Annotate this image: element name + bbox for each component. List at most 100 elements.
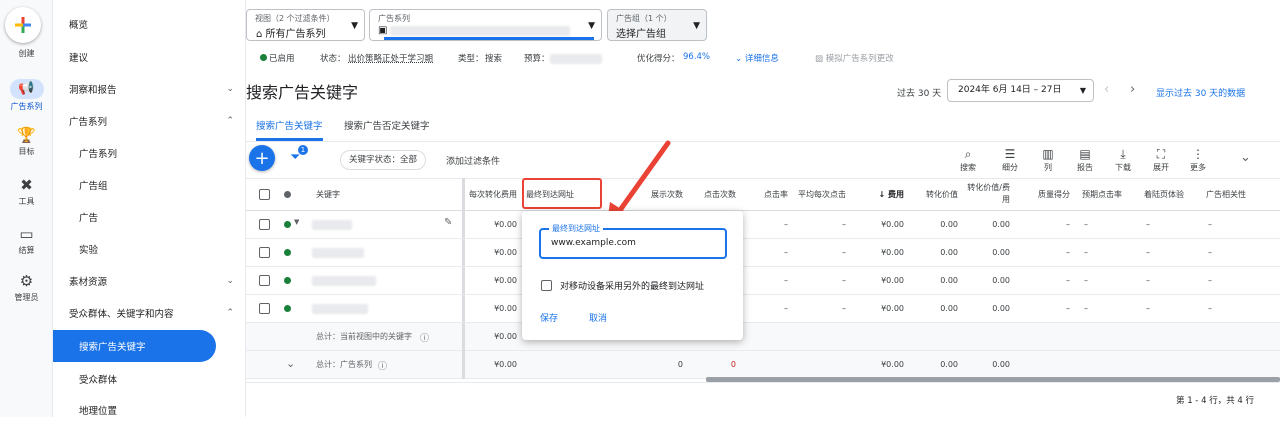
more-icon: ⋮	[1192, 147, 1204, 161]
type-label: 类型：	[458, 54, 484, 64]
nav-sub-search-keywords[interactable]: 搜索广告关键字	[53, 330, 216, 362]
cell-dash: –	[1208, 304, 1212, 313]
nav-assets[interactable]: 素材资源 ⌄	[53, 265, 246, 297]
col-roas[interactable]: 转化价值/费用	[962, 178, 1014, 211]
select-all-checkbox[interactable]	[259, 189, 270, 200]
tab-negative-keywords[interactable]: 搜索广告否定关键字	[344, 118, 430, 132]
nav-recommendations[interactable]: 建议	[53, 41, 246, 73]
table-row[interactable]: ▼✎¥0.00–––––¥0.000.000.00–––	[246, 211, 1280, 239]
tab-search-keywords[interactable]: 搜索广告关键字	[256, 118, 323, 141]
col-clicks[interactable]: 点击次数	[687, 178, 740, 211]
mobile-url-checkbox[interactable]	[541, 280, 552, 291]
tool-download[interactable]: ⤓ 下载	[1105, 146, 1141, 173]
save-button[interactable]: 保存	[540, 311, 558, 324]
campaign-selector[interactable]: 广告系列 ▣ ▼	[369, 9, 602, 41]
col-avg-cpc[interactable]: 平均每次点击	[792, 178, 850, 211]
tool-search[interactable]: ⌕ 搜索	[950, 146, 986, 173]
nav-sub-adgroups[interactable]: 广告组	[53, 169, 246, 201]
col-quality[interactable]: 质量得分	[1014, 178, 1074, 211]
row-checkbox[interactable]	[259, 247, 270, 258]
help-icon[interactable]: ⓘ	[378, 359, 387, 372]
nav-sub-experiments[interactable]: 实验	[53, 233, 246, 265]
cell-dash: –	[1084, 276, 1088, 285]
edit-pencil-icon[interactable]: ✎	[444, 217, 452, 228]
nav-sub-locations[interactable]: 地理位置	[53, 394, 246, 426]
nav-campaigns[interactable]: 广告系列 ⌃	[53, 105, 246, 137]
add-filter-link[interactable]: 添加过滤条件	[446, 154, 500, 167]
col-expected-ctr[interactable]: 预期点击率	[1078, 178, 1140, 211]
tool-columns[interactable]: ▥ 列	[1030, 146, 1066, 173]
budget-redacted	[550, 54, 602, 64]
table-row[interactable]: ¥0.00–––––¥0.000.000.00–––	[246, 239, 1280, 267]
rail-admin[interactable]: ⚙ 管理员	[0, 272, 53, 303]
cell-conv-value: 0.00	[940, 276, 958, 285]
cancel-button[interactable]: 取消	[589, 311, 607, 324]
help-icon[interactable]: ⓘ	[420, 331, 429, 344]
rail-campaigns[interactable]: 📢 广告系列	[0, 79, 53, 112]
cell-cpa: ¥0.00	[494, 220, 517, 229]
totals-roas: 0.00	[992, 360, 1010, 369]
nav-sub-audiences[interactable]: 受众群体	[53, 363, 246, 395]
col-conv-value[interactable]: 转化价值	[908, 178, 962, 211]
final-url-input[interactable]	[551, 238, 716, 248]
final-url-field[interactable]: 最终到达网址	[539, 223, 727, 259]
table-row[interactable]: ¥0.00–––––¥0.000.000.00–––	[246, 267, 1280, 295]
rail-tools[interactable]: ✖ 工具	[0, 176, 53, 207]
cell-dash: –	[784, 304, 788, 313]
expand-icon: ⛶	[1156, 147, 1166, 161]
dropdown-arrow-icon: ▼	[1079, 86, 1086, 95]
table-row[interactable]: ¥0.00–––––¥0.000.000.00–––	[246, 295, 1280, 323]
add-button[interactable]: +	[249, 145, 275, 171]
col-relevance[interactable]: 广告相关性	[1202, 178, 1268, 211]
chevron-down-icon[interactable]: ⌄	[286, 357, 295, 370]
col-landing[interactable]: 着陆页体验	[1140, 178, 1202, 211]
tool-report[interactable]: ▤ 报告	[1067, 146, 1103, 173]
rail-billing[interactable]: ▭ 结算	[0, 225, 53, 256]
show-last-30-link[interactable]: 显示过去 30 天的数据	[1156, 86, 1245, 99]
filter-icon[interactable]: ⏷ 1	[290, 145, 308, 165]
cell-dash: –	[1146, 220, 1150, 229]
adgroup-selector[interactable]: 广告组（1 个） 选择广告组 ▼	[607, 9, 707, 41]
collapse-icon[interactable]: ⌄	[1240, 150, 1251, 165]
view-selector[interactable]: 视图（2 个过滤条件） ⌂ 所有广告系列 ▼	[246, 9, 365, 41]
plus-icon: +	[254, 147, 270, 169]
col-cost[interactable]: ↓ 费用	[850, 178, 908, 211]
simulate-link: ▨ 模拟广告系列更改	[815, 54, 894, 64]
tool-more[interactable]: ⋮ 更多	[1180, 146, 1216, 173]
cell-roas: 0.00	[992, 220, 1010, 229]
details-link[interactable]: ⌄ 详细信息	[735, 52, 779, 64]
prev-period-icon[interactable]: ‹	[1104, 82, 1109, 97]
nav-insights[interactable]: 洞察和报告 ⌄	[53, 73, 246, 105]
col-keyword[interactable]: 关键字	[312, 178, 462, 211]
row-checkbox[interactable]	[259, 303, 270, 314]
cell-conv-value: 0.00	[940, 220, 958, 229]
date-range-picker[interactable]: 2024年 6月 14日 – 27日 ▼	[947, 79, 1094, 102]
nav-sub-campaigns[interactable]: 广告系列	[53, 137, 246, 169]
enabled-dot	[260, 54, 267, 61]
status-value[interactable]: 出价策略正处于学习期	[348, 52, 433, 64]
rail-goals[interactable]: 🏆 目标	[0, 126, 53, 157]
cell-dash: –	[1084, 248, 1088, 257]
row-checkbox[interactable]	[259, 219, 270, 230]
col-ctr[interactable]: 点击率	[740, 178, 792, 211]
row-checkbox[interactable]	[259, 275, 270, 286]
next-period-icon[interactable]: ›	[1130, 82, 1135, 97]
opt-score-label: 优化得分：	[637, 54, 680, 64]
cell-dash: –	[1066, 248, 1070, 257]
nav-audiences-keywords[interactable]: 受众群体、关键字和内容 ⌃	[53, 297, 246, 329]
cell-dash: –	[1146, 276, 1150, 285]
nav-sub-ads[interactable]: 广告	[53, 201, 246, 233]
tool-segment[interactable]: ☰ 细分	[992, 146, 1028, 173]
keyword-status-chip[interactable]: 关键字状态：全部	[340, 150, 427, 170]
budget-label: 预算：	[524, 54, 550, 64]
col-cpa[interactable]: 每次转化费用	[462, 178, 520, 211]
cell-dash: –	[1208, 248, 1212, 257]
totals-campaign-row: ⌄ 总计：广告系列 ⓘ ¥0.00 0 0 ¥0.00 0.00 0.00	[246, 351, 1280, 379]
tool-expand[interactable]: ⛶ 展开	[1143, 146, 1179, 173]
create-button[interactable]	[5, 7, 41, 43]
opt-score-value[interactable]: 96.4%	[683, 52, 710, 62]
card-icon: ▭	[19, 225, 34, 243]
cell-cpa: ¥0.00	[494, 304, 517, 313]
nav-overview[interactable]: 概览	[53, 8, 246, 40]
cell-dash: –	[784, 248, 788, 257]
